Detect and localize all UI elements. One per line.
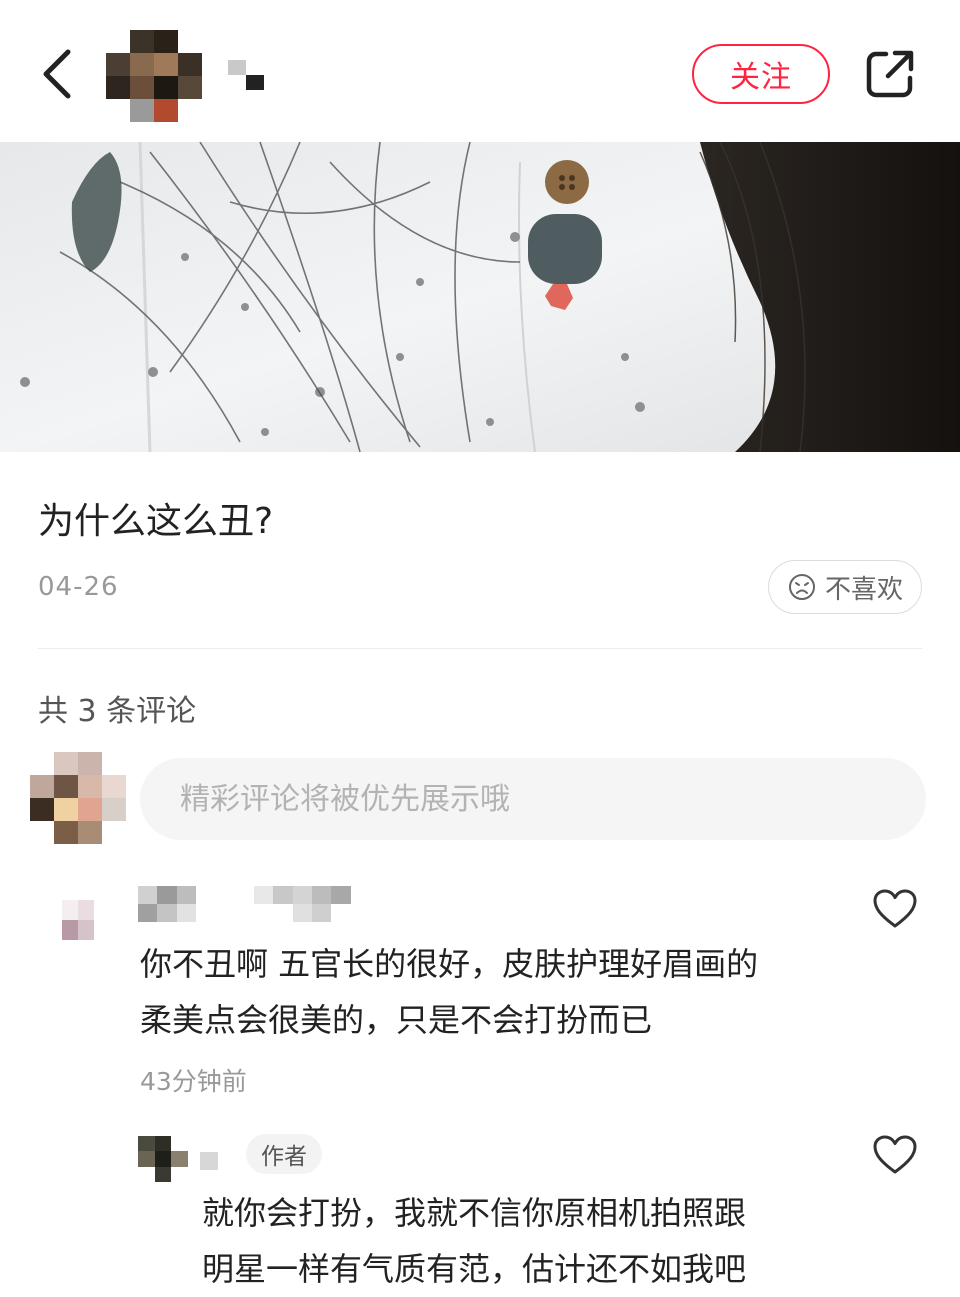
commenter-name-blurred[interactable] [138,886,370,922]
heart-outline-icon [873,889,917,928]
author-badge: 作者 [246,1134,322,1174]
current-user-avatar [30,752,126,844]
comment-text: 你不丑啊 五官长的很好，皮肤护理好眉画的 柔美点会很美的，只是不会打扮而已 [140,936,840,1048]
reply-line-2: 明星一样有气质有范，估计还不如我吧 [202,1250,747,1288]
comment-timestamp: 43分钟前 [140,1067,247,1096]
author-avatar[interactable] [106,30,202,122]
dislike-face-icon [788,574,815,600]
commenter-avatar[interactable] [62,900,94,940]
chevron-left-icon [43,49,71,99]
like-button[interactable] [872,888,918,930]
comment-line-1: 你不丑啊 五官长的很好，皮肤护理好眉画的 [140,945,759,983]
dislike-button[interactable]: 不喜欢 [768,560,922,614]
reply-author-name-blurred[interactable] [200,1152,218,1170]
author-name-blurred [228,60,264,90]
dislike-label: 不喜欢 [824,574,903,605]
reply-line-1: 就你会打扮，我就不信你原相机拍照跟 [202,1194,747,1232]
post-image [0,142,960,452]
post-title: 为什么这么丑? [38,501,274,542]
reply-like-button[interactable] [872,1134,918,1176]
comment-count: 共 3 条评论 [38,694,197,729]
comment-input[interactable] [140,758,926,840]
post-photo[interactable] [0,142,960,452]
divider [38,648,922,649]
back-button[interactable] [36,44,86,104]
reply-author-avatar[interactable] [138,1136,188,1182]
post-date: 04-26 [38,572,119,602]
share-button[interactable] [862,46,918,102]
reply-text: 就你会打扮，我就不信你原相机拍照跟 明星一样有气质有范，估计还不如我吧 [202,1185,882,1297]
heart-outline-icon [873,1135,917,1174]
comment-line-2: 柔美点会很美的，只是不会打扮而已 [140,1001,653,1039]
follow-button[interactable]: 关注 [692,44,830,104]
share-icon [866,50,914,98]
